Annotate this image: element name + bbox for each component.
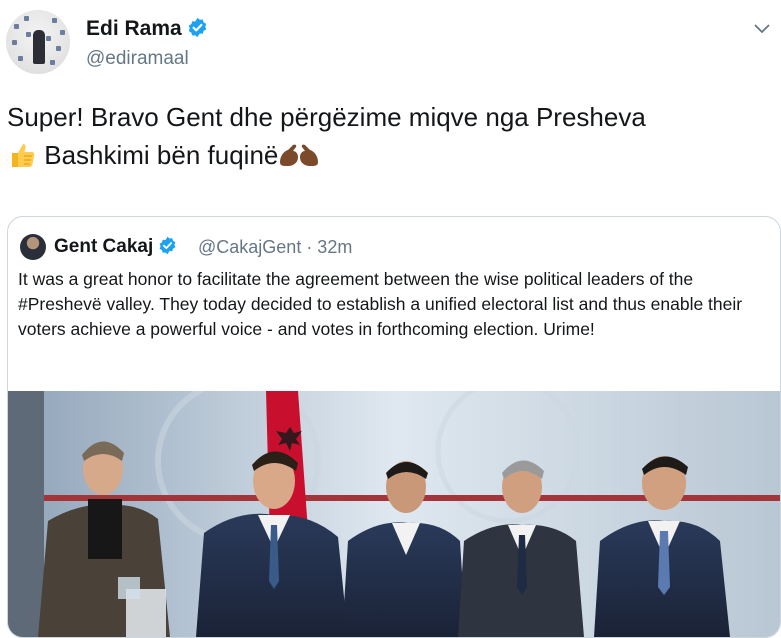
- quoted-tweet-photo[interactable]: [8, 391, 780, 637]
- tweet-text: Super! Bravo Gent dhe përgëzime miqve ng…: [7, 98, 777, 180]
- thumbs-up-emoji: [7, 140, 37, 180]
- quoted-author-avatar[interactable]: [20, 234, 46, 260]
- tweet-text-line-1: Super! Bravo Gent dhe përgëzime miqve ng…: [7, 102, 646, 132]
- author-name[interactable]: Edi Rama: [86, 17, 208, 44]
- quoted-author-name[interactable]: Gent Cakaj: [54, 236, 177, 261]
- verified-badge-icon: [187, 17, 208, 44]
- flexed-biceps-emoji: [278, 140, 320, 180]
- author-name-text[interactable]: Edi Rama: [86, 17, 182, 40]
- quoted-tweet[interactable]: Gent Cakaj @CakajGent · 32m It was a gre…: [7, 216, 781, 638]
- chevron-down-icon[interactable]: [753, 22, 771, 40]
- quoted-author-handle-time[interactable]: @CakajGent · 32m: [198, 237, 352, 258]
- author-avatar[interactable]: [6, 10, 70, 74]
- author-handle[interactable]: @ediramaal: [86, 48, 189, 70]
- verified-badge-icon: [158, 236, 177, 261]
- quoted-author-name-text[interactable]: Gent Cakaj: [54, 236, 153, 257]
- quoted-tweet-text: It was a great honor to facilitate the a…: [18, 269, 743, 339]
- tweet-text-line-2: Bashkimi bën fuqinë: [7, 136, 777, 180]
- tweet-text-line-2-text: Bashkimi bën fuqinë: [44, 140, 279, 170]
